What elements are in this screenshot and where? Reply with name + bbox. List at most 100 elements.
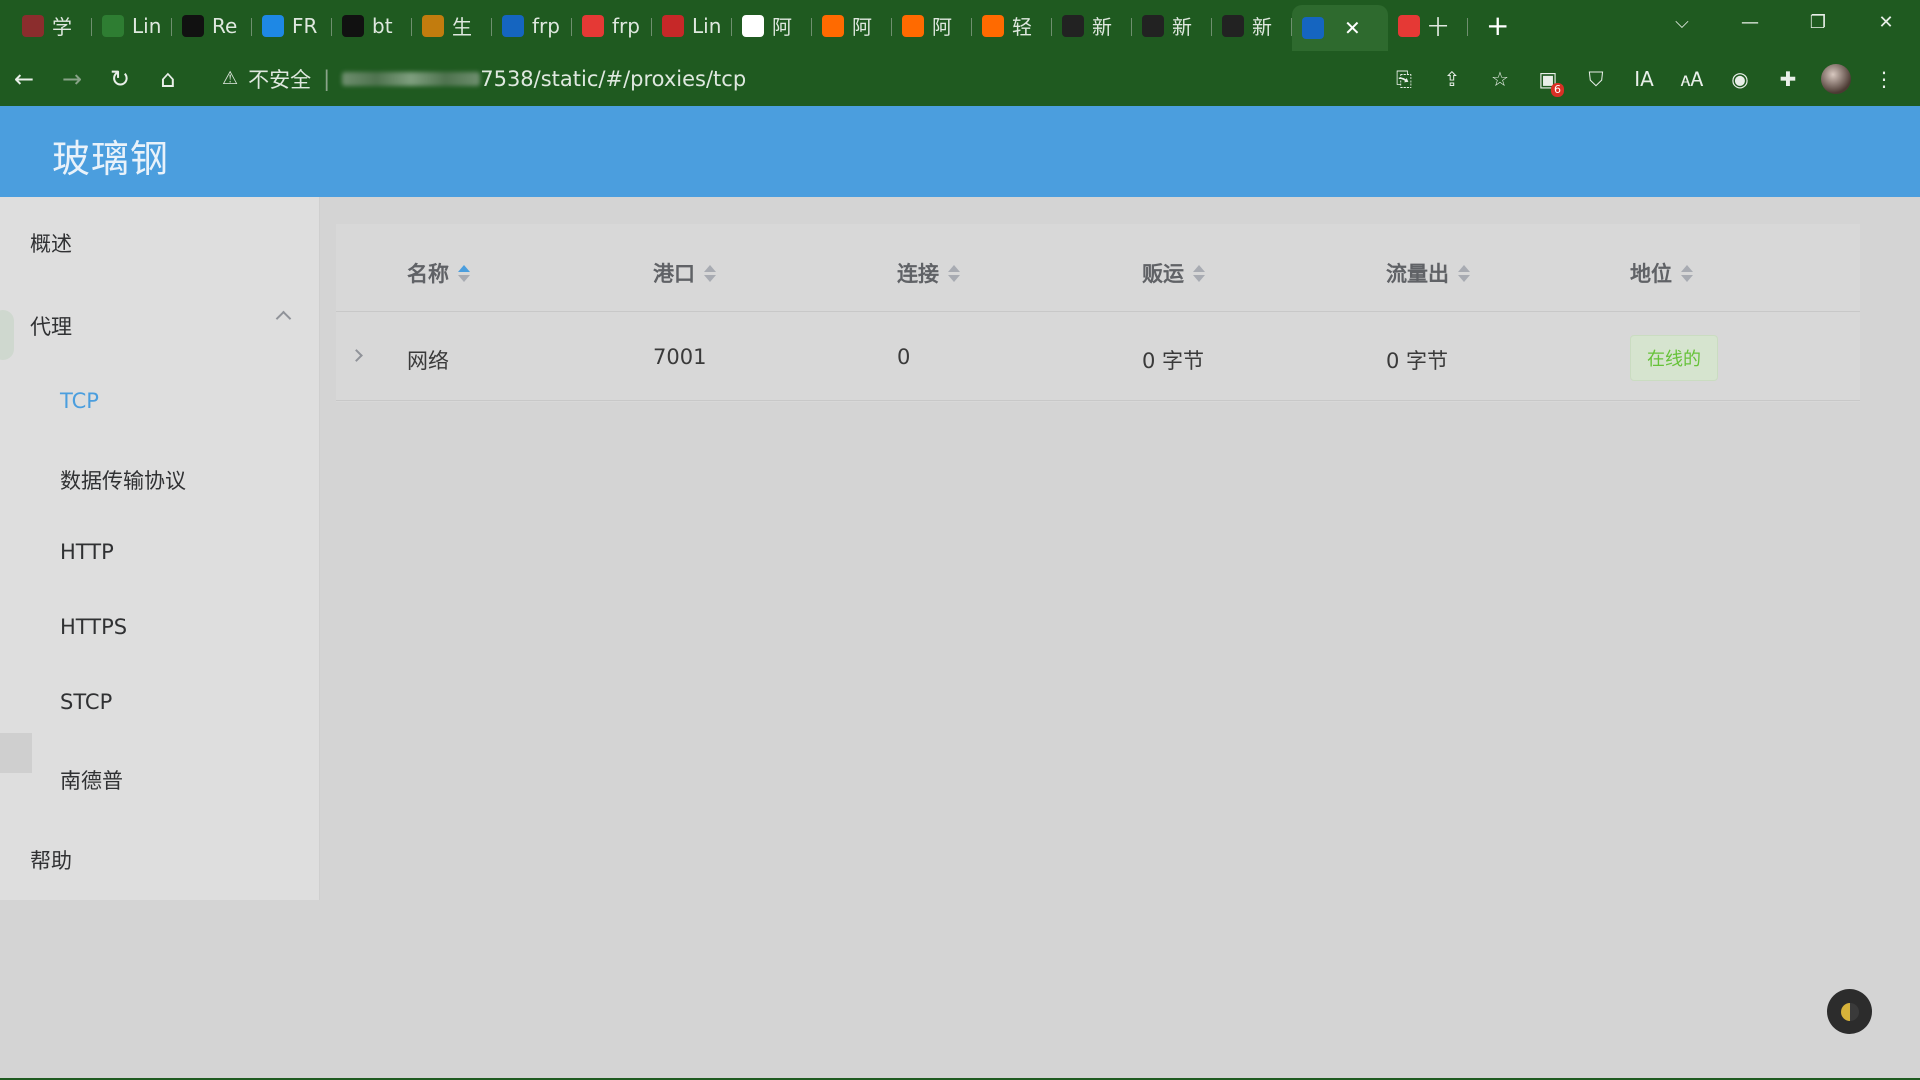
tab-label: Re — [212, 13, 238, 38]
browser-tab[interactable]: ✕ — [1292, 5, 1388, 51]
ia-extension-icon[interactable]: IA — [1620, 55, 1668, 103]
column-label: 港口 — [653, 262, 695, 286]
table-header: 名称 港口 连接 贩运 流量出 地位 — [336, 224, 1860, 312]
tab-label: 新 — [1092, 15, 1112, 39]
redacted-host — [342, 71, 481, 86]
sort-caret-icon[interactable] — [1193, 264, 1205, 282]
sidebar-item-https[interactable]: HTTPS — [60, 615, 127, 639]
tab-label: 生 — [452, 15, 472, 39]
table-row[interactable]: 网络 7001 0 0 字节 0 字节 在线的 — [336, 313, 1860, 401]
warning-icon: ⚠ — [222, 68, 239, 89]
security-label: 不安全 — [248, 67, 312, 92]
extension-toolbar: ⎘ ⇪ ☆ ▣ 6 ⛉ IA 🗚 ◉ ✚ ⋮ — [1380, 51, 1908, 106]
tab-label: frp — [532, 13, 560, 38]
browser-tab[interactable]: 生 — [412, 6, 492, 46]
browser-tab[interactable]: Re — [172, 6, 252, 46]
profile-avatar[interactable] — [1812, 55, 1860, 103]
url-input[interactable]: ⚠ 不安全 | 7538/static/#/proxies/tcp — [208, 58, 1368, 100]
sidebar-item-http[interactable]: HTTP — [60, 540, 114, 564]
aliyun-icon — [822, 14, 844, 37]
browser-tab[interactable]: bt — [332, 6, 412, 46]
sort-caret-icon[interactable] — [458, 264, 470, 282]
sidebar-item-stcp[interactable]: STCP — [60, 690, 112, 714]
tab-label: Lin — [692, 13, 722, 38]
sidebar-item-tcp[interactable]: TCP — [60, 389, 99, 413]
shield-extension-icon[interactable]: ⛉ — [1572, 55, 1620, 103]
tab-label: 学 — [52, 15, 72, 39]
tab-close-icon[interactable]: ✕ — [1344, 16, 1361, 40]
url-text: 7538/static/#/proxies/tcp — [480, 66, 747, 91]
expand-row-icon[interactable] — [350, 349, 363, 362]
tab-label: Lin — [132, 13, 162, 38]
app-icon — [22, 14, 44, 37]
floating-theme-button[interactable] — [1827, 989, 1872, 1034]
column-header-port[interactable]: 港口 — [653, 258, 716, 288]
close-window-button[interactable]: ✕ — [1852, 12, 1920, 33]
feather-icon — [1302, 17, 1324, 39]
browser-tab[interactable]: 轻 — [972, 6, 1052, 46]
restore-button[interactable]: ❐ — [1784, 12, 1852, 33]
browser-tab[interactable]: 学 — [12, 6, 92, 46]
puzzle-extensions-icon[interactable]: ✚ — [1764, 55, 1812, 103]
browser-tab[interactable]: frp — [492, 6, 572, 46]
minimize-button[interactable]: — — [1716, 12, 1784, 33]
cell-traffic-out: 0 字节 — [1386, 349, 1449, 373]
column-label: 地位 — [1630, 262, 1672, 286]
proxy-table: 名称 港口 连接 贩运 流量出 地位 网络 7001 0 0 字节 0 字节 在… — [336, 224, 1860, 402]
home-button[interactable]: ⌂ — [144, 55, 192, 103]
sidebar-item-proxy[interactable]: 代理 — [30, 311, 72, 341]
column-header-traffic-out[interactable]: 流量出 — [1386, 258, 1470, 288]
browser-tab[interactable]: 阿 — [812, 6, 892, 46]
browser-tab[interactable]: Lin — [92, 6, 172, 46]
browser-tab[interactable]: 十 — [1388, 6, 1468, 46]
column-header-traffic-in[interactable]: 贩运 — [1142, 258, 1205, 288]
browser-tab[interactable]: 阿 — [732, 6, 812, 46]
browser-tab-strip: 学 Lin Re FR bt 生 frp frp Lin 阿 阿 阿 轻 新 新 新 ✕ 十 + — [0, 0, 1920, 51]
browser-tab[interactable]: Lin — [652, 6, 732, 46]
lee-icon — [262, 14, 284, 37]
browser-tab[interactable]: 新 — [1052, 6, 1132, 46]
csdn-icon — [1398, 14, 1420, 37]
sort-caret-icon[interactable] — [948, 264, 960, 282]
column-header-name[interactable]: 名称 — [407, 258, 470, 288]
browser-tab[interactable]: 新 — [1132, 6, 1212, 46]
reload-button[interactable]: ↻ — [96, 55, 144, 103]
side-floating-handle[interactable] — [0, 310, 14, 360]
browser-tab[interactable]: frp — [572, 6, 652, 46]
kebab-menu-icon[interactable]: ⋮ — [1860, 55, 1908, 103]
sort-caret-icon[interactable] — [1681, 264, 1693, 282]
aliyun-icon — [902, 14, 924, 37]
google-translate-icon[interactable]: 🗚 — [1668, 55, 1716, 103]
back-button[interactable]: ← — [0, 55, 48, 103]
51cto-icon — [662, 14, 684, 37]
chevron-up-icon[interactable] — [275, 310, 292, 327]
bookmark-star-icon[interactable]: ☆ — [1476, 55, 1524, 103]
sidebar-item-sudp[interactable]: 南德普 — [60, 765, 123, 795]
column-label: 连接 — [897, 262, 939, 286]
shield-icon — [102, 14, 124, 37]
side-edge-handle[interactable] — [0, 733, 32, 773]
browser-tab[interactable]: FR — [252, 6, 332, 46]
infinity-icon — [1142, 14, 1164, 37]
new-tab-button[interactable]: + — [1486, 9, 1509, 42]
tab-label: 轻 — [1012, 15, 1032, 39]
column-label: 流量出 — [1386, 262, 1449, 286]
camera-icon[interactable]: ◉ — [1716, 55, 1764, 103]
share-icon[interactable]: ⇪ — [1428, 55, 1476, 103]
browser-tab[interactable]: 阿 — [892, 6, 972, 46]
github-icon — [342, 14, 364, 37]
sort-caret-icon[interactable] — [1458, 264, 1470, 282]
window-controls: ⌵ — ❐ ✕ — [1648, 0, 1920, 44]
column-header-status[interactable]: 地位 — [1630, 258, 1693, 288]
translate-icon[interactable]: ⎘ — [1380, 55, 1428, 103]
sort-caret-icon[interactable] — [704, 264, 716, 282]
theme-toggle-icon — [1840, 1002, 1859, 1021]
tab-search-icon[interactable]: ⌵ — [1648, 12, 1716, 33]
forward-button[interactable]: → — [48, 55, 96, 103]
sidebar-item-overview[interactable]: 概述 — [30, 228, 72, 258]
column-header-connections[interactable]: 连接 — [897, 258, 960, 288]
sidebar-item-help[interactable]: 帮助 — [30, 845, 72, 875]
sidebar-item-udp[interactable]: 数据传输协议 — [60, 465, 186, 495]
extension-counter-icon[interactable]: ▣ 6 — [1524, 55, 1572, 103]
browser-tab[interactable]: 新 — [1212, 6, 1292, 46]
